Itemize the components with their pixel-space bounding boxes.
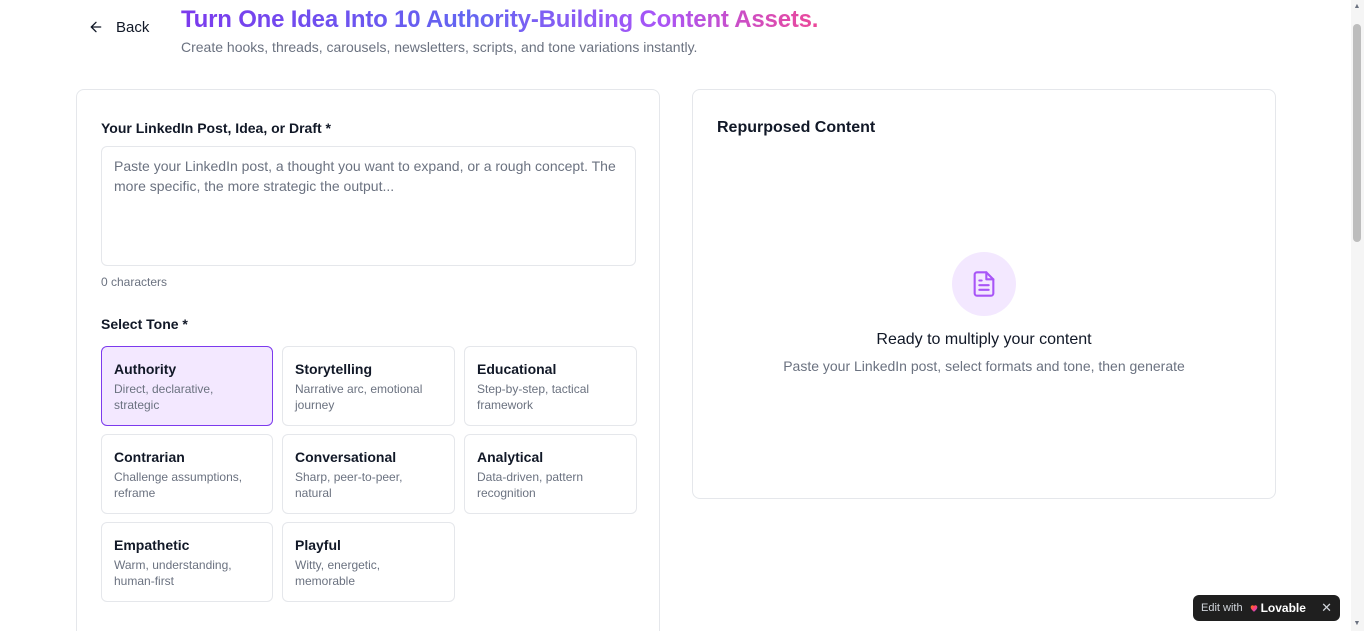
tone-name: Empathetic (114, 537, 190, 553)
tone-grid: Authority Direct, declarative, strategic… (101, 346, 637, 602)
tone-description: Warm, understanding, human-first (114, 558, 232, 588)
tone-section-label: Select Tone * (101, 316, 188, 332)
badge-edit-label: Edit with (1201, 602, 1243, 614)
output-title: Repurposed Content (717, 119, 876, 136)
badge-brand: Lovable (1260, 601, 1306, 615)
tone-option-conversational[interactable]: Conversational Sharp, peer-to-peer, natu… (282, 434, 455, 514)
back-label: Back (116, 18, 150, 36)
scroll-up-icon[interactable]: ▲ (1353, 3, 1361, 11)
tone-option-authority[interactable]: Authority Direct, declarative, strategic (101, 346, 273, 426)
post-input-label: Your LinkedIn Post, Idea, or Draft * (101, 120, 331, 136)
output-card: Repurposed Content Ready to multiply you… (692, 89, 1276, 499)
lovable-heart-icon (1250, 605, 1257, 612)
empty-state-subtitle: Paste your LinkedIn post, select formats… (783, 358, 1185, 374)
page-scrollbar[interactable]: ▲ ▼ (1351, 0, 1364, 631)
tone-option-storytelling[interactable]: Storytelling Narrative arc, emotional jo… (282, 346, 455, 426)
back-button[interactable]: Back (88, 16, 149, 38)
document-icon (973, 271, 995, 297)
tone-description: Step-by-step, tactical framework (477, 382, 590, 412)
close-badge-icon[interactable]: ✕ (1321, 600, 1332, 616)
tone-name: Educational (477, 361, 557, 377)
empty-state-title: Ready to multiply your content (876, 331, 1092, 348)
tone-description: Data-driven, pattern recognition (477, 470, 584, 500)
tone-option-contrarian[interactable]: Contrarian Challenge assumptions, refram… (101, 434, 273, 514)
document-icon-container (952, 252, 1016, 316)
tone-option-empathetic[interactable]: Empathetic Warm, understanding, human-fi… (101, 522, 273, 602)
scrollbar-thumb[interactable] (1353, 24, 1361, 242)
tone-description: Sharp, peer-to-peer, natural (295, 470, 403, 500)
character-count: 0 characters (101, 275, 168, 289)
tone-description: Direct, declarative, strategic (114, 382, 214, 412)
page-title: Turn One Idea Into 10 Authority-Building… (181, 6, 819, 33)
scroll-down-icon[interactable]: ▼ (1353, 620, 1361, 628)
tone-name: Conversational (295, 449, 397, 465)
tone-name: Contrarian (114, 449, 185, 465)
page: Back Turn One Idea Into 10 Authority-Bui… (0, 0, 1364, 631)
tone-description: Narrative arc, emotional journey (295, 382, 423, 412)
tone-description: Witty, energetic, memorable (295, 558, 381, 588)
tone-description: Challenge assumptions, reframe (114, 470, 243, 500)
tone-name: Analytical (477, 449, 544, 465)
input-card: Your LinkedIn Post, Idea, or Draft * 0 c… (76, 89, 660, 631)
tone-name: Authority (114, 361, 177, 377)
tone-option-analytical[interactable]: Analytical Data-driven, pattern recognit… (464, 434, 637, 514)
tone-option-playful[interactable]: Playful Witty, energetic, memorable (282, 522, 455, 602)
tone-option-educational[interactable]: Educational Step-by-step, tactical frame… (464, 346, 637, 426)
arrow-left-icon (90, 21, 102, 33)
page-subtitle: Create hooks, threads, carousels, newsle… (181, 39, 698, 55)
tone-name: Storytelling (295, 361, 373, 377)
tone-name: Playful (295, 537, 341, 553)
edit-with-lovable-badge[interactable]: Edit with Lovable ✕ (1193, 595, 1340, 621)
post-input[interactable] (101, 146, 636, 266)
